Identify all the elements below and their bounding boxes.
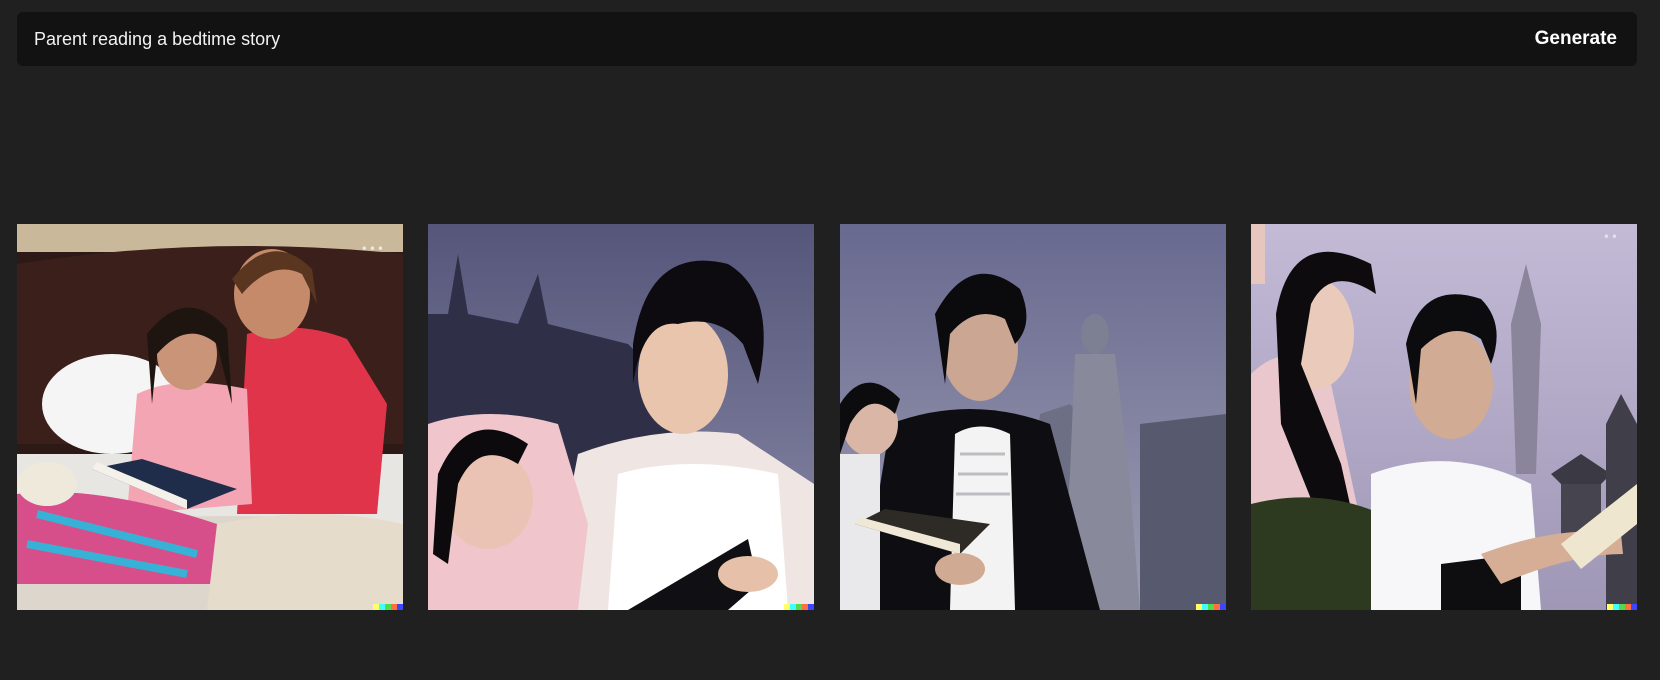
signature-mark xyxy=(1196,604,1226,610)
image-2-illustration xyxy=(428,224,814,610)
more-icon[interactable]: ••• xyxy=(361,242,385,256)
signature-mark xyxy=(784,604,814,610)
generate-button[interactable]: Generate xyxy=(1535,28,1617,50)
generated-image-3[interactable] xyxy=(840,224,1226,610)
prompt-input[interactable]: Parent reading a bedtime story xyxy=(34,29,280,50)
image-3-illustration xyxy=(840,224,1226,610)
signature-mark xyxy=(1607,604,1637,610)
image-gallery: ••• •• xyxy=(17,224,1637,610)
image-4-illustration xyxy=(1251,224,1637,610)
prompt-bar: Parent reading a bedtime story Generate xyxy=(17,12,1637,66)
signature-mark xyxy=(373,604,403,610)
more-icon[interactable]: •• xyxy=(1603,230,1619,244)
generated-image-1[interactable]: ••• xyxy=(17,224,403,610)
generated-image-4[interactable]: •• xyxy=(1251,224,1637,610)
generated-image-2[interactable] xyxy=(428,224,814,610)
image-1-illustration xyxy=(17,224,403,610)
